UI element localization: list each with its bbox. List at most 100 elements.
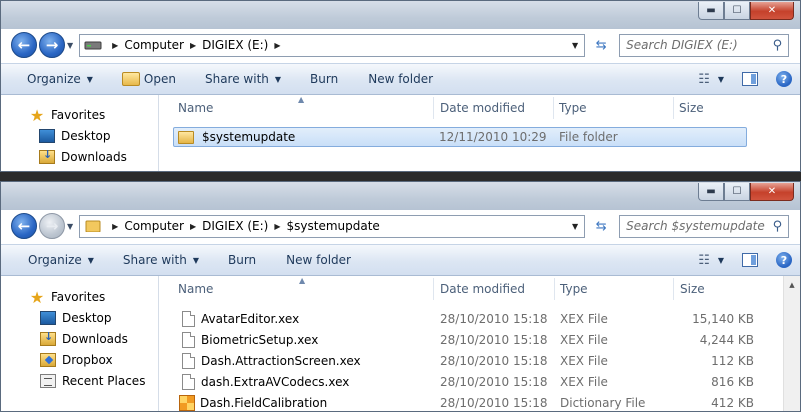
desktop-icon [39,129,55,143]
recent-pages-dropdown-icon[interactable]: ▼ [67,222,73,231]
forward-button[interactable]: → [39,213,65,239]
nav-label: Dropbox [62,353,113,367]
recent-pages-dropdown-icon[interactable]: ▼ [67,41,73,50]
search-input[interactable]: Search $systemupdate ⚲ [619,214,790,238]
forward-button[interactable]: → [39,32,65,58]
close-button[interactable]: ✕ [750,2,794,20]
burn-button[interactable]: Burn [228,245,256,275]
breadcrumb-separator-icon[interactable]: ▶ [112,222,118,231]
nav-item-desktop[interactable]: Desktop [40,311,112,325]
vertical-scrollbar[interactable]: ▲ [783,276,800,411]
nav-item-dropbox[interactable]: Dropbox [40,353,113,367]
view-options-icon[interactable]: ☷ [698,72,710,87]
new-folder-button[interactable]: New folder [368,64,433,94]
minimize-button[interactable]: ▬ [698,2,724,20]
nav-label: Favorites [51,108,106,122]
column-header-size[interactable]: Size [680,276,705,302]
back-button[interactable]: ← [11,213,37,239]
address-dropdown-icon[interactable]: ▼ [572,41,578,50]
column-divider[interactable] [673,97,674,119]
share-with-button[interactable]: Share with ▼ [205,64,281,94]
column-divider[interactable] [673,278,674,300]
search-icon[interactable]: ⚲ [773,38,783,53]
file-list: ▲ Name Date modified Type Size ▲ AvatarE… [160,276,800,411]
column-header-date-modified[interactable]: Date modified [440,95,525,121]
breadcrumb-drive[interactable]: DIGIEX (E:) [202,219,268,233]
view-dropdown-icon[interactable]: ▼ [718,75,724,84]
column-header-name[interactable]: Name [178,276,213,302]
nav-item-downloads[interactable]: Downloads [40,330,128,346]
refresh-button[interactable]: ⇆ [589,215,613,238]
back-button[interactable]: ← [11,32,37,58]
breadcrumb-drive[interactable]: DIGIEX (E:) [202,38,268,52]
search-icon[interactable]: ⚲ [773,219,783,234]
help-icon[interactable]: ? [776,252,792,268]
burn-button[interactable]: Burn [310,64,338,94]
new-folder-label: New folder [286,253,351,267]
file-date: 28/10/2010 15:18 [440,333,548,347]
table-row[interactable]: Dash.AttractionScreen.xex 28/10/2010 15:… [172,351,782,371]
file-name: AvatarEditor.xex [201,312,300,326]
nav-item-favorites[interactable]: ★ Favorites [29,105,106,125]
breadcrumb-folder[interactable]: $systemupdate [287,219,380,233]
maximize-button[interactable]: ☐ [724,2,750,20]
nav-item-recent-places[interactable]: Recent Places [40,374,145,388]
nav-label: Desktop [61,129,111,143]
file-date: 28/10/2010 15:18 [440,375,548,389]
address-dropdown-icon[interactable]: ▼ [572,222,578,231]
table-row[interactable]: Dash.FieldCalibration 28/10/2010 15:18 D… [172,393,782,411]
new-folder-button[interactable]: New folder [286,245,351,275]
breadcrumb-separator-icon[interactable]: ▶ [190,41,196,50]
view-dropdown-icon[interactable]: ▼ [718,256,724,265]
breadcrumb-separator-icon[interactable]: ▶ [190,222,196,231]
table-row[interactable]: $systemupdate 12/11/2010 10:29 File fold… [173,127,747,147]
breadcrumb-computer[interactable]: Computer [124,219,184,233]
sort-ascending-icon: ▲ [298,95,305,104]
breadcrumb-separator-icon[interactable]: ▶ [274,222,280,231]
nav-item-downloads[interactable]: Downloads [39,148,127,164]
column-header-size[interactable]: Size [679,95,704,121]
title-bar[interactable]: ▬ ☐ ✕ [1,182,800,210]
preview-pane-icon[interactable] [742,72,758,86]
preview-pane-icon[interactable] [742,253,758,267]
help-icon[interactable]: ? [776,71,792,87]
column-divider[interactable] [433,97,434,119]
file-date: 28/10/2010 15:18 [440,312,548,326]
maximize-button[interactable]: ☐ [724,183,750,201]
close-button[interactable]: ✕ [750,183,794,201]
nav-item-favorites[interactable]: ★ Favorites [29,288,105,307]
column-header-date-modified[interactable]: Date modified [440,276,525,302]
scroll-up-icon[interactable]: ▲ [784,276,800,293]
search-input[interactable]: Search DIGIEX (E:) ⚲ [619,33,790,57]
organize-button[interactable]: Organize ▼ [28,245,94,275]
nav-item-desktop[interactable]: Desktop [39,129,111,143]
address-bar[interactable]: ▶ Computer ▶ DIGIEX (E:) ▶ $systemupdate… [79,214,586,238]
column-divider[interactable] [553,97,554,119]
breadcrumb-separator-icon[interactable]: ▶ [274,41,280,50]
organize-button[interactable]: Organize ▼ [27,64,93,94]
toolbar-right-group: ☷ ▼ ? [698,64,792,94]
minimize-button[interactable]: ▬ [698,183,724,201]
open-button[interactable]: Open [121,64,176,94]
file-type: File folder [559,130,618,144]
table-row[interactable]: BiometricSetup.xex 28/10/2010 15:18 XEX … [172,330,782,350]
title-bar[interactable]: ▬ ☐ ✕ [1,1,800,29]
breadcrumb-computer[interactable]: Computer [124,38,184,52]
column-divider[interactable] [433,278,434,300]
view-options-icon[interactable]: ☷ [698,253,710,268]
column-header-type[interactable]: Type [559,95,587,121]
refresh-button[interactable]: ⇆ [589,34,613,57]
column-header-name[interactable]: Name [178,95,213,121]
new-folder-label: New folder [368,72,434,86]
column-divider[interactable] [554,278,555,300]
folder-icon [178,130,194,144]
column-header-type[interactable]: Type [560,276,588,302]
share-with-button[interactable]: Share with ▼ [123,245,199,275]
file-size: 112 KB [711,354,754,368]
dropbox-icon [40,353,56,367]
table-row[interactable]: dash.ExtraAVCodecs.xex 28/10/2010 15:18 … [172,372,782,392]
address-bar[interactable]: ▶ Computer ▶ DIGIEX (E:) ▶ ▼ [79,33,586,57]
breadcrumb-separator-icon[interactable]: ▶ [112,41,118,50]
table-row[interactable]: AvatarEditor.xex 28/10/2010 15:18 XEX Fi… [172,309,782,329]
star-icon: ★ [29,105,45,125]
